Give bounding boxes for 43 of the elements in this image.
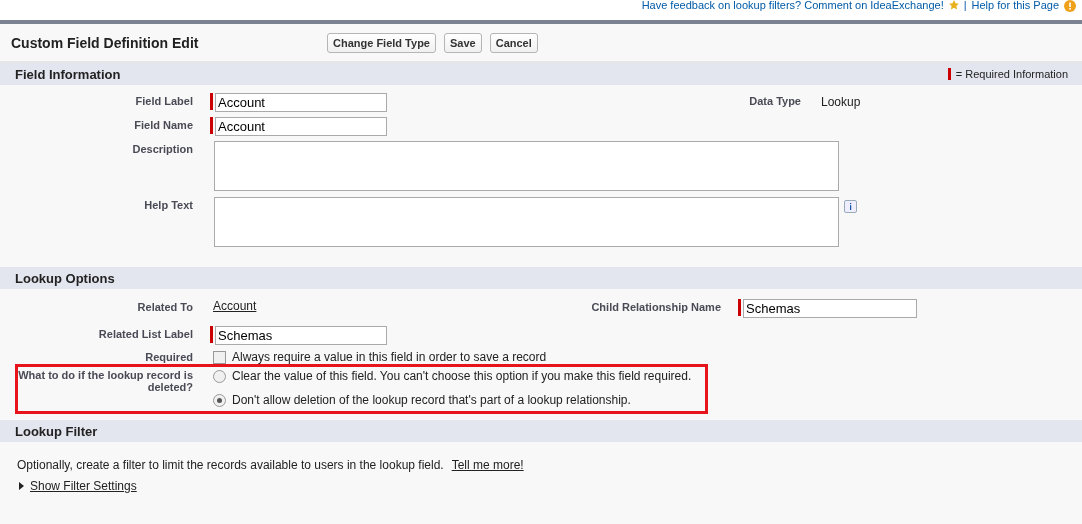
radio-label: Clear the value of this field. You can't choose this option if you make this field required. [232, 369, 692, 383]
help-link[interactable]: Help for this Page [971, 0, 1059, 11]
text-area[interactable] [214, 197, 839, 247]
checkbox-label: Always require a value in this field in order to save a record [232, 350, 547, 364]
field-label: Description [131, 142, 193, 155]
feedback-link[interactable]: Have feedback on lookup filters? Comment on IdeaExchange! [641, 0, 944, 11]
help-icon[interactable] [1064, 0, 1076, 12]
expand-triangle-icon[interactable] [19, 482, 24, 490]
field-label: Child Relationship Name [590, 300, 721, 313]
radio-button[interactable] [213, 369, 226, 383]
section-title: Field Information [15, 66, 121, 82]
checkbox[interactable] [213, 350, 226, 364]
field-value: Lookup [821, 94, 861, 107]
required-marker [947, 68, 951, 80]
text-field[interactable]: Account [215, 93, 387, 112]
radio-label: Don't allow deletion of the lookup record that's part of a lookup relationship. [232, 393, 631, 407]
star-icon [948, 0, 959, 10]
field-label: Field Name [133, 118, 193, 131]
field-label: Related To [136, 300, 193, 313]
field-label: Data Type [748, 94, 801, 107]
text-area[interactable] [214, 141, 839, 191]
field-label: Related List Label [97, 327, 193, 340]
text-field[interactable]: Schemas [215, 326, 387, 345]
radio-button[interactable] [213, 393, 226, 407]
tell-me-more-link[interactable]: Tell me more! [451, 458, 524, 472]
text-field[interactable]: Schemas [743, 299, 917, 318]
legend-text: = Required Information [955, 68, 1068, 80]
related-to-link[interactable]: Account [213, 299, 257, 313]
toolbar-button[interactable]: Save [444, 32, 482, 53]
filter-description: Optionally, create a filter to limit the records available to users in the lookup field. [17, 458, 444, 472]
field-label: Required [144, 350, 193, 363]
field-label: Field Label [134, 94, 193, 107]
section-title: Lookup Options [15, 270, 115, 286]
page-title: Custom Field Definition Edit [11, 34, 200, 51]
section-title: Lookup Filter [15, 423, 98, 439]
toolbar-button[interactable]: Cancel [489, 32, 538, 53]
info-icon[interactable] [844, 200, 857, 213]
field-label: What to do if the lookup record is deleted? [18, 369, 193, 395]
toolbar-button[interactable]: Change Field Type [327, 32, 436, 53]
text-field[interactable]: Account [215, 117, 387, 136]
field-label: Help Text [143, 198, 193, 211]
show-filter-settings-link[interactable]: Show Filter Settings [30, 479, 137, 493]
separator: | [963, 0, 967, 11]
